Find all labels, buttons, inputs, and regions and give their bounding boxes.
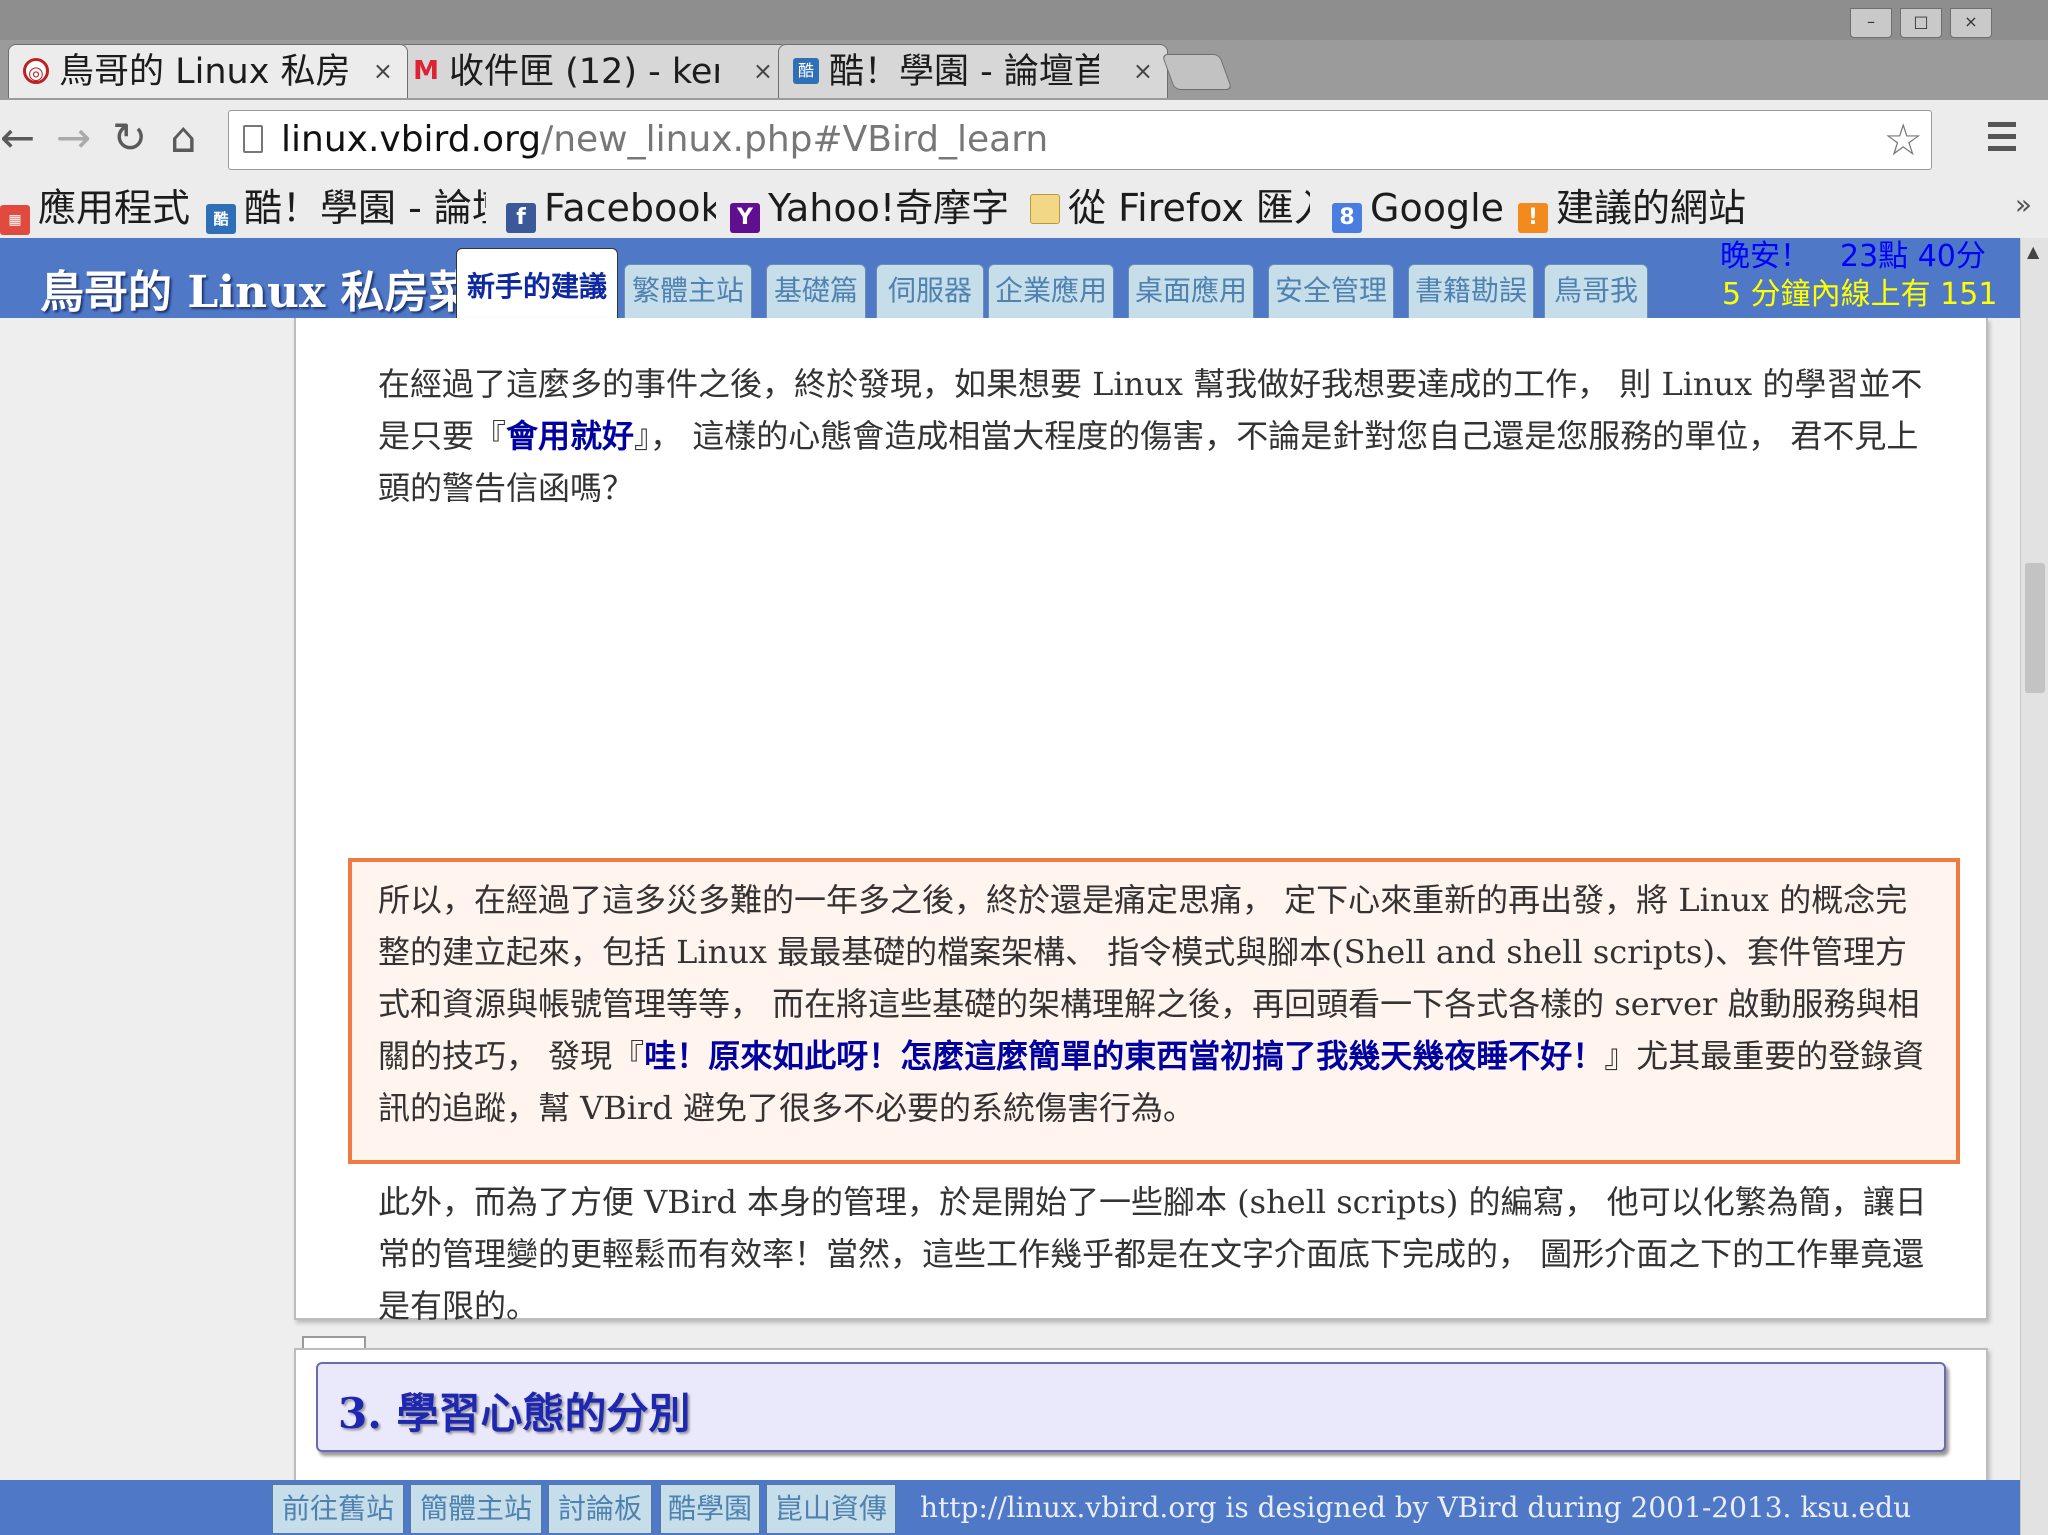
browser-tab-title: 酷！學園 - 論壇首頁 bbox=[829, 52, 1099, 92]
url-text[interactable]: linux.vbird.org/new_linux.php#VBird_lear… bbox=[281, 117, 1048, 163]
scrollbar-thumb[interactable] bbox=[2025, 563, 2045, 693]
site-header: 鳥哥的 Linux 私房菜 新手的建議 繁體主站 基礎篇 伺服器 企業應用 桌面… bbox=[0, 238, 2020, 318]
footer-link-simplified[interactable]: 簡體主站 bbox=[410, 1484, 542, 1534]
window-titlebar: – □ × bbox=[0, 0, 2048, 40]
bookmark-yahoo[interactable]: YYahoo!奇摩字典 bbox=[730, 180, 1010, 238]
emphasis-text: 哇！原來如此呀！怎麼這麼簡單的東西當初搞了我幾天幾夜睡不好！ bbox=[644, 1037, 1605, 1075]
body-text: 此外，而為了方便 VBird 本身的管理，於是開始了一些腳本 (shell sc… bbox=[378, 1183, 1927, 1325]
folder-icon bbox=[1030, 194, 1060, 224]
new-tab-button[interactable] bbox=[1161, 54, 1233, 90]
site-tab-server[interactable]: 伺服器 bbox=[876, 264, 984, 318]
home-icon[interactable]: ⌂ bbox=[170, 116, 197, 160]
bookmark-firefox-import[interactable]: 從 Firefox 匯入 bbox=[1030, 180, 1310, 238]
scroll-up-icon[interactable]: ▲ bbox=[2027, 242, 2039, 261]
minimize-icon[interactable]: – bbox=[1850, 8, 1892, 38]
close-tab-icon[interactable]: × bbox=[1133, 57, 1153, 85]
bookmark-apps[interactable]: ▦ 應用程式 bbox=[0, 180, 190, 238]
yahoo-icon: Y bbox=[730, 203, 760, 233]
facebook-icon: f bbox=[506, 203, 536, 233]
paragraph-2: 所以，在經過了這多災多難的一年多之後，終於還是痛定思痛， 定下心來重新的再出發，… bbox=[378, 874, 1938, 1134]
paragraph-1: 在經過了這麼多的事件之後，終於發現，如果想要 Linux 幫我做好我想要達成的工… bbox=[378, 358, 1938, 514]
site-footer: 前往舊站 簡體主站 討論板 酷學園 崑山資傳 http://linux.vbir… bbox=[0, 1480, 2020, 1535]
ksu-logo-icon: 酷 bbox=[793, 58, 819, 84]
site-tab-enterprise[interactable]: 企業應用 bbox=[988, 264, 1114, 318]
section-title: 3. 學習心態的分別 bbox=[338, 1389, 691, 1438]
site-tab-desktop[interactable]: 桌面應用 bbox=[1128, 264, 1254, 318]
browser-tab-vbird[interactable]: ◎ 鳥哥的 Linux 私房菜 × bbox=[8, 44, 408, 98]
forward-arrow-icon[interactable]: → bbox=[56, 116, 91, 160]
site-title[interactable]: 鳥哥的 Linux 私房菜 bbox=[40, 256, 473, 320]
footer-link-old-site[interactable]: 前往舊站 bbox=[272, 1484, 404, 1534]
tab-strip: ◎ 鳥哥的 Linux 私房菜 × M 收件匣 (12) - kenny × 酷… bbox=[0, 40, 2048, 100]
greeting-text: 晚安！ 23點 40分 bbox=[1720, 239, 1986, 274]
reload-icon[interactable]: ↻ bbox=[112, 116, 147, 160]
bookmarks-bar: ▦應用程式 酷酷！學園 - 論壇 fFacebook YYahoo!奇摩字典 從… bbox=[0, 180, 2048, 238]
gmail-icon: M bbox=[413, 56, 439, 86]
page-scrollbar[interactable]: ▲ bbox=[2020, 238, 2048, 1535]
footer-credit: http://linux.vbird.org is designed by VB… bbox=[920, 1491, 1912, 1524]
site-tab-beginner[interactable]: 新手的建議 bbox=[456, 248, 618, 318]
footer-link-forum[interactable]: 討論板 bbox=[548, 1484, 652, 1534]
paragraph-3: 此外，而為了方便 VBird 本身的管理，於是開始了一些腳本 (shell sc… bbox=[378, 1176, 1938, 1332]
site-tab-security[interactable]: 安全管理 bbox=[1268, 264, 1394, 318]
apps-grid-icon: ▦ bbox=[0, 205, 30, 235]
more-bookmarks-icon[interactable]: » bbox=[2015, 188, 2032, 221]
bookmark-google[interactable]: 8 Google bbox=[1332, 180, 1512, 238]
site-tab-basic[interactable]: 基礎篇 bbox=[766, 264, 866, 318]
section-heading: 3. 學習心態的分別 bbox=[316, 1362, 1946, 1452]
site-tab-errata[interactable]: 書籍勘誤 bbox=[1408, 264, 1534, 318]
footer-link-ksit[interactable]: 崑山資傳 bbox=[766, 1484, 896, 1534]
browser-tab-gmail[interactable]: M 收件匣 (12) - kenny × bbox=[398, 44, 788, 98]
bookmark-ksu[interactable]: 酷酷！學園 - 論壇 bbox=[206, 180, 486, 238]
footer-link-ksu[interactable]: 酷學園 bbox=[660, 1484, 760, 1534]
address-bar[interactable]: linux.vbird.org/new_linux.php#VBird_lear… bbox=[228, 110, 1932, 170]
vbird-logo-icon: ◎ bbox=[23, 58, 49, 84]
browser-tab-ksu[interactable]: 酷 酷！學園 - 論壇首頁 × bbox=[778, 44, 1168, 98]
close-window-icon[interactable]: × bbox=[1950, 8, 1992, 38]
browser-tab-title: 收件匣 (12) - kenny bbox=[449, 52, 719, 92]
close-tab-icon[interactable]: × bbox=[373, 57, 393, 85]
browser-toolbar: ← → ↻ ⌂ linux.vbird.org/new_linux.php#VB… bbox=[0, 100, 2048, 181]
site-tab-main[interactable]: 繁體主站 bbox=[624, 264, 752, 318]
menu-icon[interactable] bbox=[1988, 122, 2016, 158]
maximize-icon[interactable]: □ bbox=[1900, 8, 1942, 38]
back-arrow-icon[interactable]: ← bbox=[0, 116, 35, 160]
ksu-logo-icon: 酷 bbox=[206, 204, 236, 234]
content-card: 在經過了這麼多的事件之後，終於發現，如果想要 Linux 幫我做好我想要達成的工… bbox=[294, 318, 1988, 1521]
suggested-sites-icon: ! bbox=[1518, 203, 1548, 233]
page-viewport: 鳥哥的 Linux 私房菜 新手的建議 繁體主站 基礎篇 伺服器 企業應用 桌面… bbox=[0, 238, 2048, 1535]
browser-tab-title: 鳥哥的 Linux 私房菜 bbox=[59, 52, 349, 92]
online-count: 5 分鐘內線上有 151 bbox=[1722, 277, 1998, 312]
google-icon: 8 bbox=[1332, 203, 1362, 233]
site-tab-about[interactable]: 鳥哥我 bbox=[1544, 264, 1648, 318]
emphasis-text: 會用就好 bbox=[506, 417, 635, 455]
bookmark-suggested-sites[interactable]: ! 建議的網站 bbox=[1518, 180, 1758, 238]
bookmark-facebook[interactable]: f Facebook bbox=[506, 180, 716, 238]
close-tab-icon[interactable]: × bbox=[753, 57, 773, 85]
bookmark-star-icon[interactable]: ☆ bbox=[1884, 115, 1923, 166]
page-icon bbox=[243, 125, 263, 153]
